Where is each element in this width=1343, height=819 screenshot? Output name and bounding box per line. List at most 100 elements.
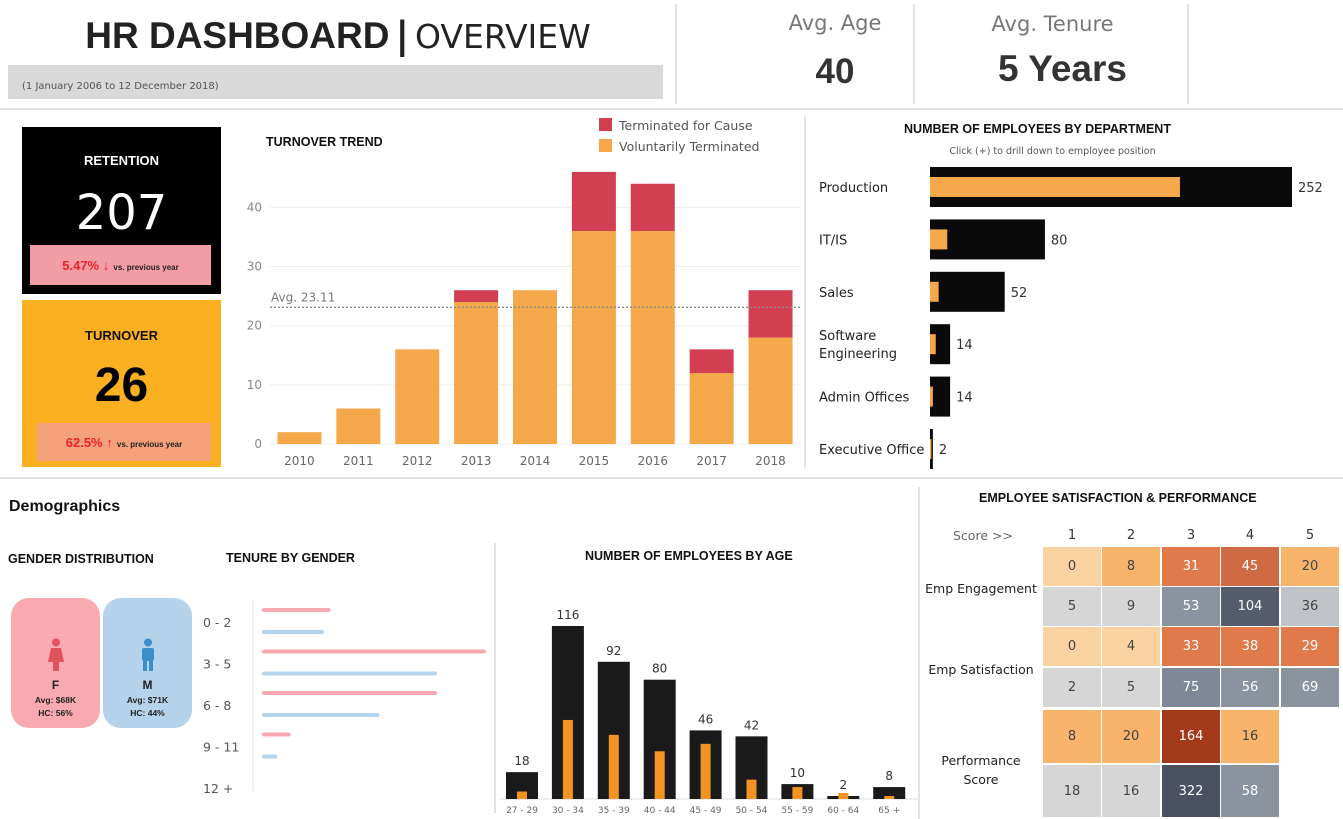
- x-tick-label: 2013: [461, 454, 492, 468]
- title-separator: |: [395, 14, 409, 57]
- age-value-label: 116: [556, 608, 579, 622]
- page-title: HR DASHBOARD | OVERVIEW: [0, 14, 676, 59]
- bar-voluntary-terminated: [454, 302, 499, 444]
- heatmap-cell: 2: [1043, 668, 1101, 707]
- age-value-label: 8: [885, 769, 893, 783]
- age-band-label: 35 - 39: [598, 806, 630, 816]
- average-reference-label: Avg. 23.11: [271, 290, 335, 304]
- turnover-delta: 62.5% ↑: [65, 435, 113, 450]
- y-tick-label: 0: [254, 437, 262, 451]
- turnover-trend-title: TURNOVER TREND: [266, 135, 383, 149]
- x-tick-label: 2015: [579, 454, 610, 468]
- age-inner-bar: [746, 779, 757, 799]
- age-chart: 18 27 - 29 116 30 - 34 92 35 - 39 80 40 - 44 46 4…: [500, 608, 918, 816]
- retention-delta-suffix: vs. previous year: [113, 263, 179, 272]
- department-bar: [930, 376, 951, 417]
- heatmap-cell: 53: [1162, 587, 1220, 626]
- retention-delta: 5.47% ↓: [62, 258, 110, 273]
- age-inner-bar: [792, 787, 803, 799]
- heatmap-cell: 5: [1102, 668, 1160, 707]
- department-value-label: 52: [1011, 286, 1028, 301]
- tenure-band-label: 3 - 5: [203, 657, 231, 672]
- y-tick-label: 40: [247, 200, 262, 214]
- y-tick-label: 10: [247, 378, 262, 392]
- demographics-heading: Demographics: [9, 498, 121, 515]
- heatmap-cell: 164: [1162, 710, 1220, 763]
- age-value-label: 18: [514, 754, 529, 768]
- section-divider: [0, 477, 1343, 479]
- heatmap-row-label: Performance Score: [941, 753, 1021, 787]
- section-divider: [804, 116, 806, 468]
- bar-terminated-for-cause: [748, 290, 793, 338]
- heatmap-cell: 29: [1281, 627, 1339, 666]
- age-chart-title: NUMBER OF EMPLOYEES BY AGE: [585, 549, 793, 563]
- heatmap-cell: 322: [1162, 765, 1220, 817]
- score-label: Score >>: [953, 528, 1013, 543]
- bar-terminated-for-cause: [630, 183, 675, 232]
- turnover-value: 26: [94, 359, 149, 412]
- page-title-sub: OVERVIEW: [415, 17, 591, 56]
- y-tick-label: 30: [247, 260, 262, 274]
- retention-label: RETENTION: [83, 153, 160, 168]
- legend-label-cause: Terminated for Cause: [619, 118, 753, 133]
- age-band-label: 60 - 64: [827, 806, 859, 816]
- bar-voluntary-terminated: [689, 373, 734, 444]
- age-value-label: 80: [652, 662, 667, 676]
- age-band-label: 45 - 49: [690, 806, 722, 816]
- heatmap-column-header: 5: [1305, 528, 1315, 543]
- department-inner-bar: [930, 386, 933, 407]
- heatmap-cell: 16: [1102, 765, 1160, 817]
- heatmap-cell: 18: [1043, 765, 1101, 817]
- x-tick-label: 2018: [755, 454, 786, 468]
- department-chart: 252 Production 80 IT/IS 52 Sales 14 Software Eng…: [819, 167, 1323, 469]
- retention-delta-badge: 5.47% ↓ vs. previous year: [30, 245, 211, 285]
- department-value-label: 80: [1051, 233, 1068, 248]
- department-label: Executive Office: [819, 443, 924, 458]
- bar-voluntary-terminated: [748, 337, 793, 444]
- male-label: M: [142, 678, 153, 692]
- legend-swatch-cause: [599, 118, 612, 131]
- heatmap-cell: 20: [1281, 547, 1339, 586]
- department-label: Engineering: [819, 347, 897, 362]
- department-value-label: 14: [956, 391, 973, 406]
- age-inner-bar: [608, 734, 619, 799]
- heatmap-cell: 69: [1281, 668, 1339, 707]
- heatmap-cell: 8: [1043, 710, 1101, 763]
- page-title-main: HR DASHBOARD: [85, 15, 390, 56]
- department-inner-bar: [930, 439, 932, 459]
- heatmap-column-header: 3: [1186, 528, 1196, 543]
- heatmap-cell: 45: [1221, 547, 1279, 586]
- tenure-by-gender-title: TENURE BY GENDER: [226, 551, 355, 565]
- age-band-label: 40 - 44: [644, 806, 676, 816]
- bar-voluntary-terminated: [513, 290, 557, 444]
- x-tick-label: 2016: [638, 454, 669, 468]
- age-value-label: 46: [698, 712, 713, 726]
- female-label: F: [51, 678, 60, 692]
- header-divider: [1187, 4, 1189, 104]
- heatmap-cell: 16: [1221, 710, 1279, 763]
- age-inner-bar: [562, 719, 573, 799]
- department-value-label: 2: [939, 443, 947, 458]
- age-inner-bar: [700, 743, 711, 799]
- legend-swatch-voluntary: [599, 139, 612, 152]
- heatmap-column-header: 4: [1245, 528, 1255, 543]
- male-person-icon: [142, 638, 154, 671]
- female-card: F Avg: $68K HC: 56%: [11, 598, 100, 728]
- female-headcount: HC: 56%: [38, 708, 73, 718]
- heatmap-cell: 75: [1162, 668, 1220, 707]
- bar-voluntary-terminated: [630, 231, 675, 444]
- heatmap-cell: 104: [1221, 587, 1279, 626]
- male-headcount: HC: 44%: [130, 708, 165, 718]
- tenure-band-label: 12 +: [203, 781, 233, 796]
- turnover-legend: Terminated for Cause Voluntarily Termina…: [598, 118, 798, 158]
- bar-terminated-for-cause: [454, 290, 499, 303]
- tenure-by-gender-chart: 0 - 2 3 - 5 6 - 8 9 - 11 12 +: [203, 600, 486, 796]
- header-divider: [913, 4, 915, 104]
- heatmap-column-header: 1: [1067, 528, 1077, 543]
- heatmap-cell: 58: [1221, 765, 1279, 817]
- header-divider: [675, 4, 677, 104]
- heatmap-row-label: Emp Engagement: [925, 581, 1037, 596]
- bar-terminated-for-cause: [571, 171, 616, 232]
- age-inner-bar: [517, 791, 527, 799]
- x-tick-label: 2017: [696, 454, 727, 468]
